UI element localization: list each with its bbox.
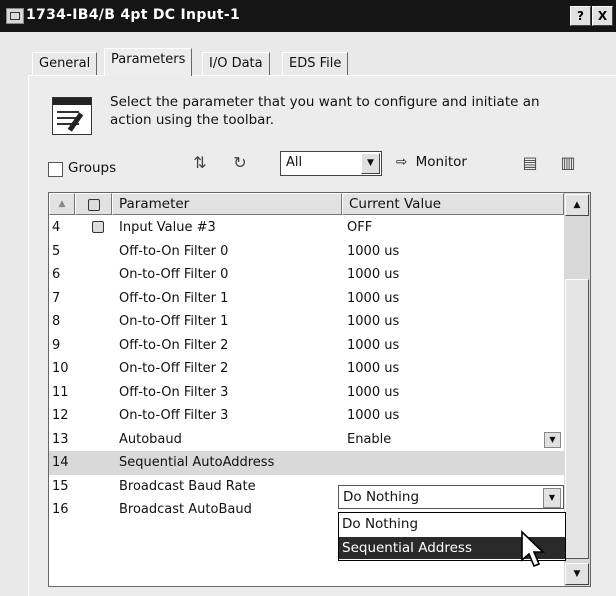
parameter-value: 1000 us <box>347 290 400 306</box>
parameter-value[interactable]: Enable <box>347 428 391 451</box>
help-button[interactable]: ? <box>570 6 591 26</box>
row-number: 13 <box>52 431 69 447</box>
help-line-1: Select the parameter that you want to co… <box>110 94 540 110</box>
monitor-label: Monitor <box>415 154 467 170</box>
parameter-value: 1000 us <box>347 408 400 423</box>
lock-icon <box>92 221 104 233</box>
scroll-thumb[interactable] <box>565 279 589 559</box>
table-row[interactable]: 8 On-to-Off Filter 1 1000 us <box>49 310 564 334</box>
title-bar: 1734-IB4/B 4pt DC Input-1 ? X <box>0 0 616 32</box>
group-filter-select[interactable]: All ▼ <box>280 151 382 176</box>
table-row[interactable]: 10 On-to-Off Filter 2 1000 us <box>49 357 564 381</box>
sequential-autoaddress-select[interactable]: Do Nothing ▼ <box>338 485 564 509</box>
tab-io-data[interactable]: I/O Data <box>202 52 270 75</box>
parameter-name: Autobaud <box>119 431 182 447</box>
lock-column-header[interactable] <box>75 193 112 215</box>
monitor-button[interactable]: ⇨ Monitor <box>396 154 467 170</box>
parameter-value: 1000 us <box>347 337 400 353</box>
parameter-name: Broadcast AutoBaud <box>119 502 252 517</box>
tab-eds-file[interactable]: EDS File <box>282 52 349 75</box>
parameter-column-header[interactable]: Parameter <box>112 193 342 215</box>
parameter-value: OFF <box>347 220 373 235</box>
parameter-value: 1000 us <box>347 361 400 376</box>
row-number: 5 <box>52 243 61 259</box>
row-number: 6 <box>52 267 61 282</box>
dropdown-current-value: Do Nothing <box>343 489 420 505</box>
scroll-down-arrow-icon[interactable]: ▼ <box>565 563 589 585</box>
vertical-scrollbar[interactable]: ▲ ▼ <box>564 193 590 586</box>
mouse-cursor-icon <box>521 530 545 568</box>
row-number: 11 <box>52 384 69 400</box>
parameter-name: Off-to-On Filter 0 <box>119 243 229 259</box>
parameter-name: Off-to-On Filter 1 <box>119 290 229 306</box>
current-value-column-header[interactable]: Current Value <box>342 193 564 215</box>
parameter-value: 1000 us <box>347 384 400 400</box>
table-row[interactable]: 5 Off-to-On Filter 0 1000 us <box>49 240 564 264</box>
parameter-value: 1000 us <box>347 314 400 329</box>
group-filter-value: All <box>286 155 303 170</box>
parameter-name: On-to-Off Filter 1 <box>119 314 229 329</box>
upload-icon[interactable]: ▤ <box>518 152 542 174</box>
window-app-icon <box>6 8 24 24</box>
tab-parameters[interactable]: Parameters <box>104 48 193 76</box>
parameter-form-icon <box>52 97 92 135</box>
table-row[interactable]: 13 Autobaud Enable ▼ <box>49 428 564 452</box>
parameter-sort-icon[interactable]: ⇅ <box>188 152 212 174</box>
table-row[interactable]: 14 Sequential AutoAddress <box>49 451 564 475</box>
parameter-name: On-to-Off Filter 3 <box>119 408 229 423</box>
row-number: 9 <box>52 337 61 353</box>
close-button[interactable]: X <box>592 6 613 26</box>
tab-general[interactable]: General <box>32 52 98 75</box>
groups-label: Groups <box>68 160 117 176</box>
parameter-name: On-to-Off Filter 0 <box>119 267 229 282</box>
chevron-down-icon[interactable]: ▼ <box>361 153 380 174</box>
scroll-up-arrow-icon[interactable]: ▲ <box>565 194 589 216</box>
table-row[interactable]: 11 Off-to-On Filter 3 1000 us <box>49 381 564 405</box>
table-row[interactable]: 7 Off-to-On Filter 1 1000 us <box>49 287 564 311</box>
parameter-name: Broadcast Baud Rate <box>119 478 256 494</box>
groups-checkbox[interactable] <box>48 162 63 177</box>
chevron-down-icon[interactable]: ▼ <box>544 431 561 448</box>
parameter-name: On-to-Off Filter 2 <box>119 361 229 376</box>
parameter-name: Off-to-On Filter 3 <box>119 384 229 400</box>
download-icon[interactable]: ▥ <box>556 152 580 174</box>
refresh-icon[interactable]: ↻ <box>228 152 252 174</box>
window-title: 1734-IB4/B 4pt DC Input-1 <box>26 7 241 23</box>
chevron-down-icon[interactable]: ▼ <box>543 488 561 508</box>
row-number: 15 <box>52 478 69 494</box>
table-row[interactable]: 6 On-to-Off Filter 0 1000 us <box>49 263 564 287</box>
help-line-2: action using the toolbar. <box>110 112 275 128</box>
lock-icon <box>88 199 100 211</box>
row-number: 7 <box>52 290 61 306</box>
parameter-value: 1000 us <box>347 267 400 282</box>
row-number: 10 <box>52 361 69 376</box>
table-row[interactable]: 12 On-to-Off Filter 3 1000 us <box>49 404 564 428</box>
parameter-name: Off-to-On Filter 2 <box>119 337 229 353</box>
parameter-name: Input Value #3 <box>119 220 216 235</box>
row-number: 14 <box>52 455 69 470</box>
row-number: 16 <box>52 502 69 517</box>
table-row[interactable]: 4 Input Value #3 OFF <box>49 216 564 240</box>
parameter-name: Sequential AutoAddress <box>119 455 275 470</box>
table-row[interactable]: 9 Off-to-On Filter 2 1000 us <box>49 334 564 358</box>
parameter-value: 1000 us <box>347 243 400 259</box>
sort-indicator-header[interactable]: ▲ <box>49 193 75 215</box>
row-number: 8 <box>52 314 61 329</box>
help-text: Select the parameter that you want to co… <box>110 93 580 129</box>
monitor-arrow-icon: ⇨ <box>396 154 408 170</box>
row-number: 4 <box>52 220 61 235</box>
row-number: 12 <box>52 408 69 423</box>
